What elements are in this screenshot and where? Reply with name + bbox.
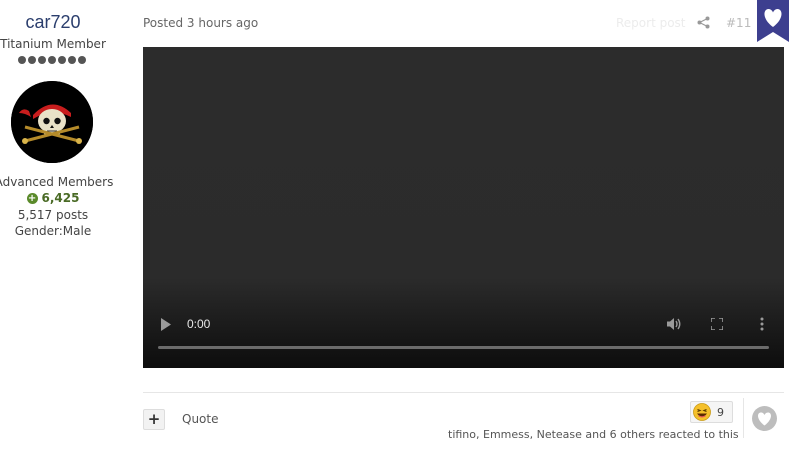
quote-button[interactable]: Quote [182,412,218,426]
rank-pip [28,56,36,64]
rank-pip [58,56,66,64]
play-icon[interactable] [160,318,172,331]
reputation-value: 6,425 [41,191,80,205]
pirate-skull-icon [11,81,93,163]
reacted-by-text[interactable]: tifino, Emmess, Netease and 6 others rea… [448,428,739,441]
more-options-icon[interactable] [758,317,766,331]
video-player[interactable] [143,47,784,368]
reputation[interactable]: + 6,425 [0,191,106,205]
avatar[interactable] [11,81,93,163]
laughing-emoji-icon [693,403,711,421]
rank-pip [68,56,76,64]
volume-icon[interactable] [666,316,682,332]
video-time: 0:00 [187,317,211,331]
reaction-badge[interactable]: 9 [690,401,733,423]
report-post-link[interactable]: Report post [616,16,686,30]
divider [143,392,784,393]
fullscreen-icon[interactable] [711,318,723,330]
author-gender: Gender:Male [14,224,92,238]
rank-pip [38,56,46,64]
author-rank: Titanium Member [0,37,106,51]
share-icon[interactable] [697,16,710,29]
author-group: Advanced Members [0,175,114,189]
video-progress-bar[interactable] [158,346,769,349]
plus-circle-icon: + [26,192,38,204]
heart-react-icon[interactable] [751,405,778,432]
post-count: 5,517 posts [17,208,89,222]
divider [743,398,744,438]
rank-pip [18,56,26,64]
post-number[interactable]: #11 [726,16,751,30]
author-name[interactable]: car720 [0,12,106,33]
posted-time[interactable]: Posted 3 hours ago [143,16,258,30]
rank-pips [18,56,86,64]
favorite-ribbon-icon[interactable] [757,0,789,42]
rank-pip [78,56,86,64]
multiquote-button[interactable]: + [143,409,165,430]
rank-pip [48,56,56,64]
reaction-count: 9 [717,405,724,419]
